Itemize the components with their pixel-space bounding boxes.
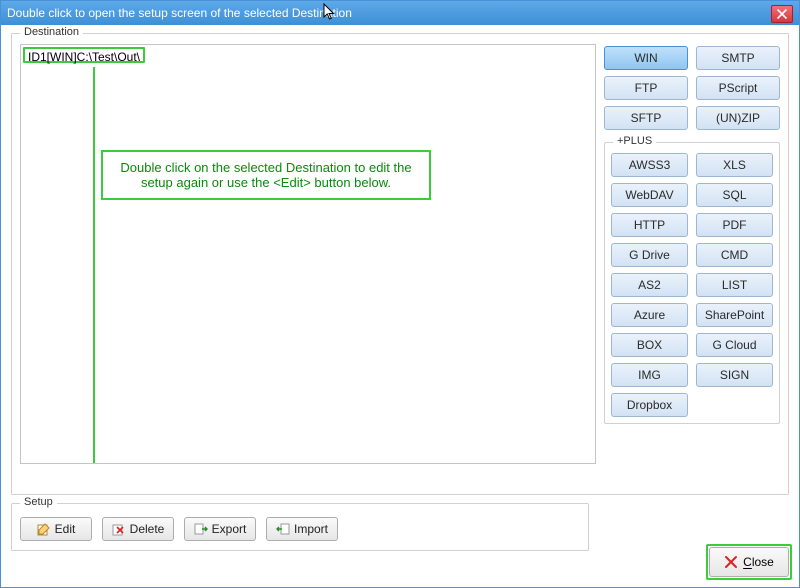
type-button-win[interactable]: WIN <box>604 46 688 70</box>
type-button-webdav[interactable]: WebDAV <box>611 183 688 207</box>
type-button-cmd[interactable]: CMD <box>696 243 773 267</box>
export-icon <box>194 522 208 536</box>
type-button-label: XLS <box>723 158 746 172</box>
type-button-label: CMD <box>721 248 748 262</box>
close-x-icon <box>724 555 738 569</box>
type-button-label: AWSS3 <box>629 158 671 172</box>
titlebar-text: Double click to open the setup screen of… <box>7 6 771 20</box>
type-button-label: FTP <box>635 81 658 95</box>
type-button-pscript[interactable]: PScript <box>696 76 780 100</box>
import-button[interactable]: Import <box>266 517 338 541</box>
type-button-sftp[interactable]: SFTP <box>604 106 688 130</box>
type-button-label: (UN)ZIP <box>716 111 760 125</box>
callout-hint: Double click on the selected Destination… <box>101 150 431 200</box>
type-button-list[interactable]: LIST <box>696 273 773 297</box>
export-button[interactable]: Export <box>184 517 256 541</box>
type-button-sign[interactable]: SIGN <box>696 363 773 387</box>
plus-group: +PLUS AWSS3XLSWebDAVSQLHTTPPDFG DriveCMD… <box>604 142 780 424</box>
type-button-label: AS2 <box>638 278 661 292</box>
type-button-label: SMTP <box>721 51 754 65</box>
delete-button[interactable]: Delete <box>102 517 174 541</box>
type-button-g-cloud[interactable]: G Cloud <box>696 333 773 357</box>
type-button-img[interactable]: IMG <box>611 363 688 387</box>
type-button-smtp[interactable]: SMTP <box>696 46 780 70</box>
type-button-http[interactable]: HTTP <box>611 213 688 237</box>
type-button-label: WIN <box>634 51 657 65</box>
type-button-label: Azure <box>634 308 665 322</box>
close-button[interactable]: Close <box>709 547 789 577</box>
setup-group-label: Setup <box>20 496 57 508</box>
import-button-label: Import <box>294 522 328 536</box>
type-button-sharepoint[interactable]: SharePoint <box>696 303 773 327</box>
type-button-awss3[interactable]: AWSS3 <box>611 153 688 177</box>
type-button-label: SQL <box>722 188 746 202</box>
plus-group-label: +PLUS <box>613 135 656 147</box>
type-button-label: PScript <box>719 81 758 95</box>
type-button-label: SharePoint <box>705 308 764 322</box>
type-button-box[interactable]: BOX <box>611 333 688 357</box>
type-button-label: LIST <box>722 278 747 292</box>
type-button-as2[interactable]: AS2 <box>611 273 688 297</box>
edit-button[interactable]: Edit <box>20 517 92 541</box>
window-close-button[interactable] <box>771 5 793 23</box>
type-button-label: PDF <box>723 218 747 232</box>
destination-types-panel: WIN SMTP FTP PScript SFTP (UN)ZIP +PLUS AWSS3… <box>604 44 780 486</box>
delete-icon <box>112 522 126 536</box>
type-button-label: SFTP <box>631 111 662 125</box>
type-button-label: SIGN <box>720 368 749 382</box>
type-button-un-zip[interactable]: (UN)ZIP <box>696 106 780 130</box>
destination-group-label: Destination <box>20 26 83 38</box>
type-button-g-drive[interactable]: G Drive <box>611 243 688 267</box>
callout-arrow <box>93 67 95 464</box>
setup-group: Setup Edit Delete <box>11 503 589 551</box>
type-button-dropbox[interactable]: Dropbox <box>611 393 688 417</box>
close-icon <box>777 9 787 19</box>
type-button-label: HTTP <box>634 218 665 232</box>
type-button-label: IMG <box>638 368 661 382</box>
type-button-label: BOX <box>637 338 662 352</box>
type-button-azure[interactable]: Azure <box>611 303 688 327</box>
destination-group: Destination ID1[WIN]C:\Test\Out\ Double … <box>11 33 789 495</box>
type-button-label: WebDAV <box>625 188 673 202</box>
type-button-label: Dropbox <box>627 398 672 412</box>
type-button-pdf[interactable]: PDF <box>696 213 773 237</box>
dialog-window: Double click to open the setup screen of… <box>0 0 800 588</box>
type-button-xls[interactable]: XLS <box>696 153 773 177</box>
titlebar[interactable]: Double click to open the setup screen of… <box>1 1 799 25</box>
destination-list-item[interactable]: ID1[WIN]C:\Test\Out\ <box>23 47 145 63</box>
type-button-label: G Cloud <box>712 338 756 352</box>
edit-button-label: Edit <box>55 522 76 536</box>
type-button-sql[interactable]: SQL <box>696 183 773 207</box>
edit-icon <box>37 522 51 536</box>
export-button-label: Export <box>212 522 247 536</box>
type-button-label: G Drive <box>629 248 670 262</box>
import-icon <box>276 522 290 536</box>
close-button-label: Close <box>743 555 774 569</box>
delete-button-label: Delete <box>130 522 165 536</box>
type-button-ftp[interactable]: FTP <box>604 76 688 100</box>
client-area: Destination ID1[WIN]C:\Test\Out\ Double … <box>1 25 799 587</box>
destination-list[interactable]: ID1[WIN]C:\Test\Out\ Double click on the… <box>20 44 596 464</box>
